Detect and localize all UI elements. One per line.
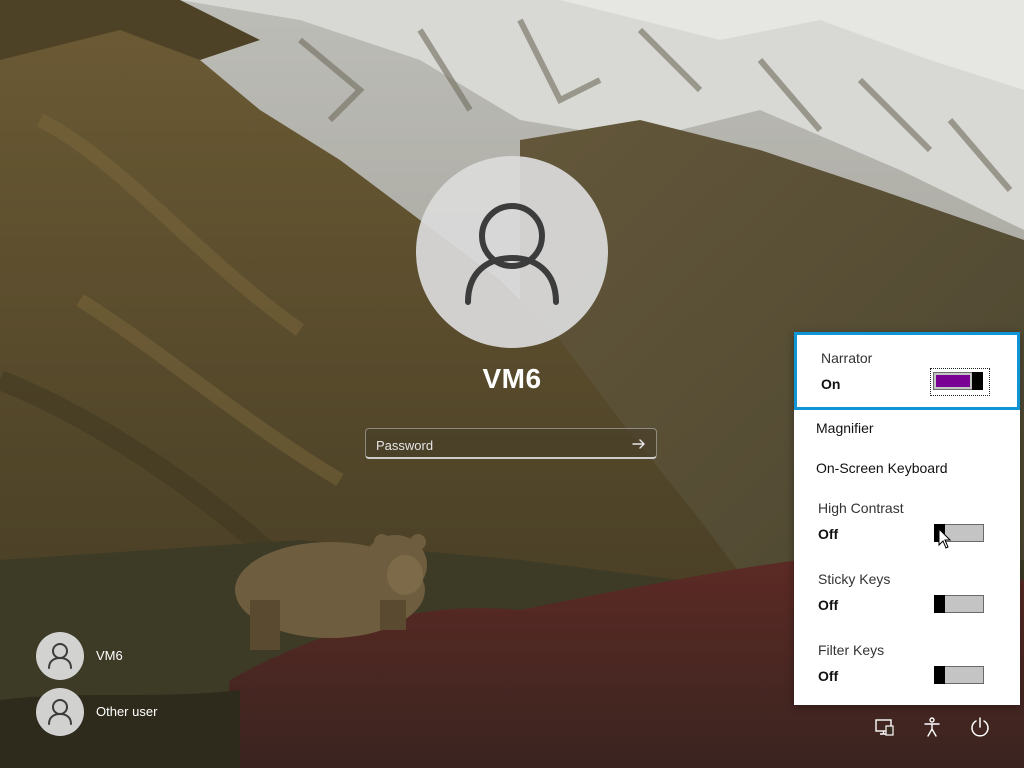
magnifier-item[interactable]: Magnifier xyxy=(794,412,1020,446)
filter-keys-toggle[interactable] xyxy=(934,666,984,684)
power-icon[interactable] xyxy=(969,716,991,738)
avatar xyxy=(36,632,84,680)
person-icon xyxy=(48,643,72,669)
mouse-cursor-icon xyxy=(938,528,952,549)
toggle-knob xyxy=(972,372,983,390)
submit-arrow-icon[interactable] xyxy=(630,435,648,453)
sticky-keys-label: Sticky Keys xyxy=(818,571,891,587)
username-label: VM6 xyxy=(482,363,542,394)
person-icon xyxy=(465,203,559,305)
sticky-keys-item[interactable]: Sticky Keys Off xyxy=(794,563,1020,623)
person-icon xyxy=(48,699,72,725)
lock-screen: VM6 VM6 Other user Narrator On Magnifier… xyxy=(0,0,1024,768)
filter-keys-state: Off xyxy=(818,668,839,684)
magnifier-label: Magnifier xyxy=(816,420,874,436)
network-icon[interactable] xyxy=(873,716,895,738)
narrator-state: On xyxy=(821,376,841,392)
user-name-label: Other user xyxy=(96,704,158,719)
avatar xyxy=(36,688,84,736)
filter-keys-label: Filter Keys xyxy=(818,642,885,658)
sticky-keys-toggle[interactable] xyxy=(934,595,984,613)
on-screen-keyboard-label: On-Screen Keyboard xyxy=(816,460,948,476)
user-switch-vm6[interactable]: VM6 xyxy=(34,632,184,682)
narrator-toggle[interactable] xyxy=(933,372,983,390)
sticky-keys-state: Off xyxy=(818,597,839,613)
narrator-item[interactable]: Narrator On xyxy=(794,332,1020,410)
password-field[interactable] xyxy=(365,428,657,459)
toggle-knob xyxy=(934,595,945,613)
password-input[interactable] xyxy=(374,433,618,457)
high-contrast-item[interactable]: High Contrast Off xyxy=(794,492,1020,552)
high-contrast-label: High Contrast xyxy=(818,500,904,516)
toggle-fill xyxy=(936,375,970,387)
user-avatar xyxy=(416,156,608,348)
high-contrast-state: Off xyxy=(818,526,839,542)
user-switch-other-user[interactable]: Other user xyxy=(34,688,184,738)
user-name-label: VM6 xyxy=(96,648,123,663)
on-screen-keyboard-item[interactable]: On-Screen Keyboard xyxy=(794,452,1020,486)
accessibility-flyout: Narrator On Magnifier On-Screen Keyboard… xyxy=(794,332,1020,705)
toggle-knob xyxy=(934,666,945,684)
accessibility-icon[interactable] xyxy=(921,716,943,738)
filter-keys-item[interactable]: Filter Keys Off xyxy=(794,634,1020,694)
narrator-label: Narrator xyxy=(821,350,873,366)
